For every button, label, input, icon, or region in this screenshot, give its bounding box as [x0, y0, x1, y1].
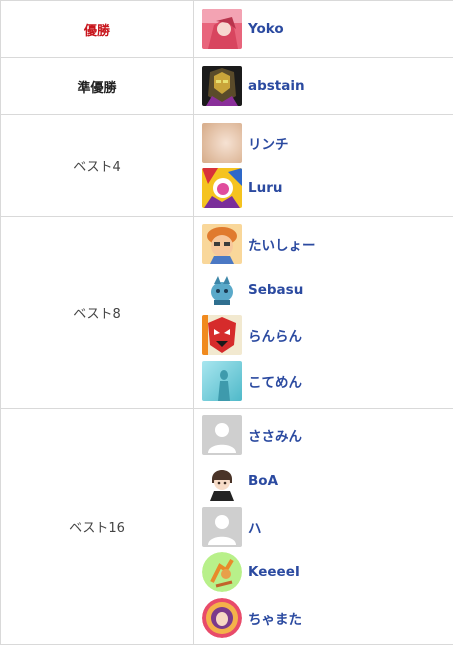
players-cell: abstain	[194, 58, 453, 115]
player-name-link[interactable]: らんらん	[248, 325, 302, 345]
results-row-best4: ベスト4 リンチ	[1, 115, 453, 217]
player-name-link[interactable]: ハ	[248, 517, 262, 537]
default-user-icon[interactable]	[202, 507, 242, 547]
player-entry[interactable]: Yoko	[194, 6, 453, 52]
player-entry[interactable]: Luru	[194, 166, 453, 212]
players-cell: たいしょー Sebasu	[194, 217, 453, 409]
player-avatar[interactable]	[202, 66, 242, 106]
rank-label: ベスト8	[1, 217, 194, 409]
players-cell: ささみん BoA	[194, 409, 453, 645]
player-avatar[interactable]	[202, 552, 242, 592]
default-user-icon[interactable]	[202, 415, 242, 455]
player-avatar[interactable]	[202, 598, 242, 638]
player-entry[interactable]: BoA	[194, 458, 453, 504]
player-entry[interactable]: KeeeeI	[194, 549, 453, 595]
player-name-link[interactable]: リンチ	[248, 133, 289, 153]
player-avatar[interactable]	[202, 224, 242, 264]
tournament-results-table: 優勝 Yoko 準優勝	[0, 0, 453, 645]
results-row-champion: 優勝 Yoko	[1, 1, 453, 58]
player-entry[interactable]: ささみん	[194, 413, 453, 459]
player-avatar[interactable]	[202, 361, 242, 401]
player-avatar[interactable]	[202, 461, 242, 501]
player-name-link[interactable]: Yoko	[248, 21, 284, 37]
rank-label: 優勝	[1, 1, 194, 58]
player-name-link[interactable]: Sebasu	[248, 282, 303, 298]
player-avatar[interactable]	[202, 123, 242, 163]
player-name-link[interactable]: abstain	[248, 78, 305, 94]
player-name-link[interactable]: こてめん	[248, 371, 302, 391]
player-avatar[interactable]	[202, 315, 242, 355]
player-entry[interactable]: ちゃまた	[194, 595, 453, 641]
player-entry[interactable]: abstain	[194, 63, 453, 109]
player-entry[interactable]: たいしょー	[194, 221, 453, 267]
player-entry[interactable]: らんらん	[194, 313, 453, 359]
player-entry[interactable]: リンチ	[194, 120, 453, 166]
players-cell: Yoko	[194, 1, 453, 58]
results-row-runner-up: 準優勝 abstain	[1, 58, 453, 115]
rank-label: ベスト4	[1, 115, 194, 217]
player-avatar[interactable]	[202, 9, 242, 49]
player-name-link[interactable]: BoA	[248, 473, 278, 489]
player-name-link[interactable]: ささみん	[248, 425, 302, 445]
results-row-best16: ベスト16 ささみん	[1, 409, 453, 645]
player-name-link[interactable]: たいしょー	[248, 234, 316, 254]
player-entry[interactable]: こてめん	[194, 358, 453, 404]
rank-label: 準優勝	[1, 58, 194, 115]
player-name-link[interactable]: Luru	[248, 180, 282, 196]
players-cell: リンチ Luru	[194, 115, 453, 217]
player-entry[interactable]: Sebasu	[194, 267, 453, 313]
player-entry[interactable]: ハ	[194, 504, 453, 550]
results-row-best8: ベスト8 たいしょー	[1, 217, 453, 409]
player-name-link[interactable]: ちゃまた	[248, 608, 302, 628]
player-name-link[interactable]: KeeeeI	[248, 564, 300, 580]
player-avatar[interactable]	[202, 270, 242, 310]
player-avatar[interactable]	[202, 168, 242, 208]
rank-label: ベスト16	[1, 409, 194, 645]
